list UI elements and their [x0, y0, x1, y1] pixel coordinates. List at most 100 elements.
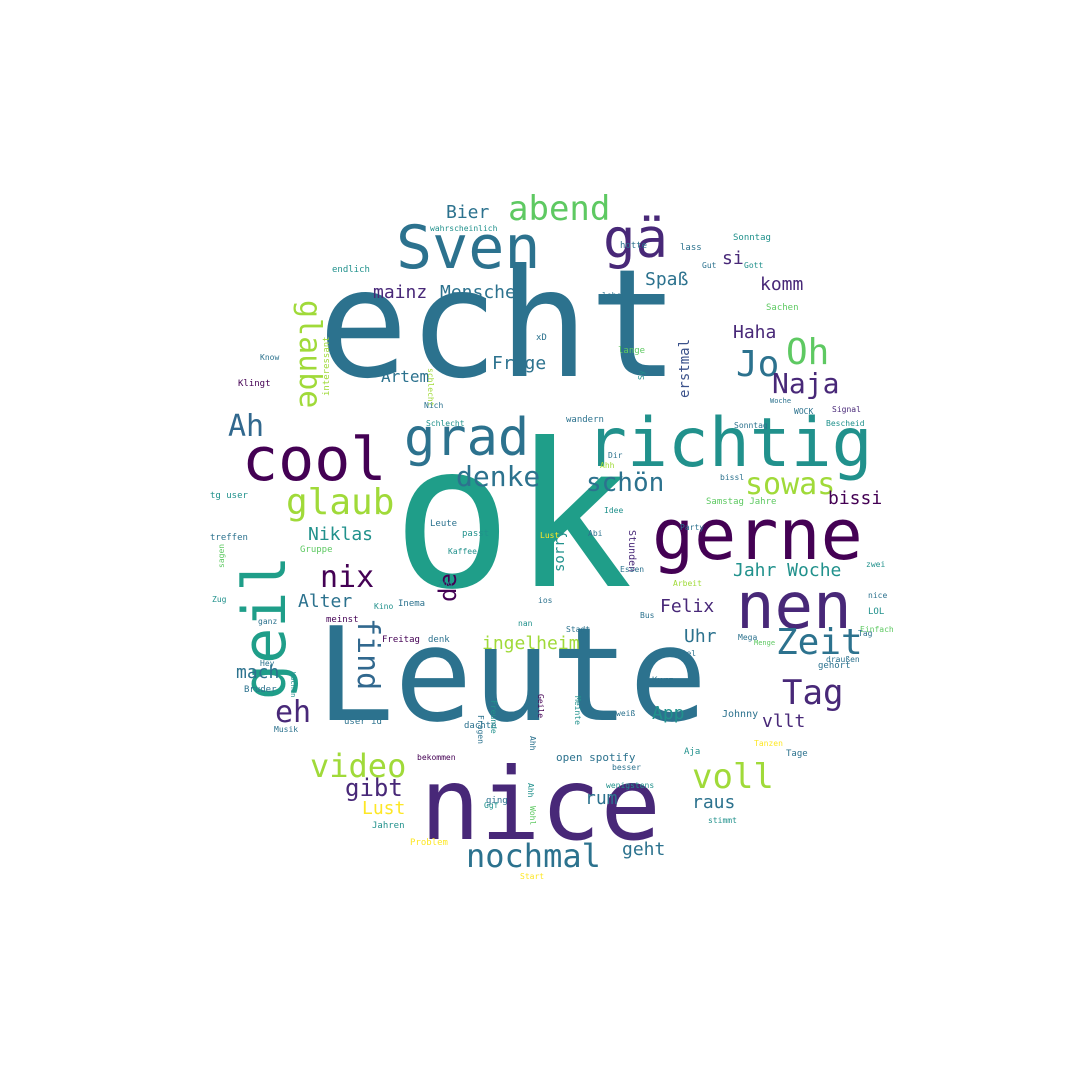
- cloud-word: Essen: [620, 565, 645, 574]
- cloud-word: Ahh: [600, 461, 615, 470]
- cloud-word: Zug: [212, 595, 227, 604]
- cloud-word: schön: [586, 468, 665, 498]
- cloud-word: lange: [618, 346, 646, 356]
- cloud-word: Problem: [410, 838, 448, 848]
- cloud-word: interessant: [322, 336, 332, 396]
- cloud-word: Artem: [381, 367, 430, 386]
- cloud-word: nice: [868, 591, 888, 600]
- cloud-word: wenigstens: [606, 781, 655, 790]
- cloud-word: Zug: [438, 579, 453, 588]
- cloud-word: wandern: [566, 415, 604, 425]
- cloud-word: Frage: [492, 353, 547, 374]
- cloud-word: besser: [612, 763, 641, 772]
- cloud-word: Dir: [608, 451, 623, 460]
- cloud-word: Musik: [274, 725, 299, 734]
- cloud-word: abend: [508, 189, 611, 229]
- cloud-word: nan: [518, 619, 533, 628]
- cloud-word: stimmt: [708, 816, 737, 825]
- cloud-word: passt: [462, 529, 490, 539]
- cloud-word: Inema: [398, 599, 426, 609]
- cloud-word: Idee: [604, 506, 624, 515]
- cloud-word: tg user: [210, 491, 248, 501]
- cloud-word: Felix: [660, 596, 715, 617]
- cloud-word: Tanzen: [754, 739, 783, 748]
- cloud-word: Abi: [588, 529, 603, 538]
- cloud-word: mainz: [373, 282, 428, 303]
- cloud-word: Bescheid: [826, 419, 865, 428]
- cloud-word: Niklas: [308, 524, 374, 545]
- cloud-word: App: [652, 703, 685, 724]
- cloud-word: eh: [275, 695, 312, 730]
- cloud-word: Meinte: [573, 696, 582, 725]
- cloud-word: denk: [428, 635, 450, 645]
- cloud-word: Bruder: [244, 685, 277, 695]
- cloud-word: Nich: [424, 401, 444, 410]
- cloud-word: rum: [585, 788, 618, 809]
- cloud-word: glaube: [292, 300, 327, 409]
- cloud-word: Uhr: [684, 626, 717, 647]
- cloud-word: bissi: [828, 488, 883, 509]
- cloud-word: Oh: [786, 332, 830, 373]
- cloud-word: Jahren: [372, 821, 405, 831]
- cloud-word: Stadt: [566, 625, 591, 634]
- cloud-word: user id: [344, 717, 382, 727]
- cloud-word: Wohl: [528, 806, 537, 826]
- cloud-word: lass: [680, 243, 702, 253]
- cloud-word: ingelheim: [482, 633, 580, 654]
- cloud-word: endlich: [332, 265, 370, 275]
- cloud-word: wahrscheinlich: [430, 224, 498, 233]
- cloud-word: Woche: [770, 397, 792, 405]
- cloud-word: Schlecht: [426, 419, 465, 428]
- cloud-word: Klingt: [238, 379, 271, 389]
- cloud-word: Arbeit: [673, 579, 702, 588]
- cloud-word: WOCK: [794, 407, 814, 416]
- cloud-word: Sy: [637, 370, 646, 380]
- cloud-word: Tag: [858, 629, 873, 638]
- cloud-word: Freitag: [382, 635, 420, 645]
- cloud-word: Ahh: [526, 783, 535, 798]
- cloud-word: Alter: [298, 591, 353, 612]
- cloud-word: Signal: [832, 405, 861, 414]
- cloud-word: Tag: [782, 673, 844, 713]
- cloud-word: Tage: [786, 749, 808, 759]
- cloud-word: Aja: [684, 747, 701, 757]
- cloud-word: komm: [760, 274, 804, 295]
- cloud-word: Johnny: [722, 709, 759, 720]
- cloud-word: Lust: [540, 531, 560, 540]
- cloud-word: Haha: [733, 322, 777, 343]
- cloud-word: Sachen: [766, 303, 799, 313]
- cloud-word: Hey: [260, 659, 275, 668]
- cloud-word: Lust: [362, 798, 406, 819]
- cloud-word: Start: [520, 872, 545, 881]
- cloud-word: geht: [622, 839, 666, 860]
- cloud-word: treffen: [210, 533, 248, 543]
- cloud-word: xD: [536, 333, 547, 343]
- cloud-word: ganz: [258, 617, 278, 626]
- cloud-word: LOL: [868, 607, 885, 617]
- cloud-word: Gut: [702, 261, 717, 270]
- cloud-word: Geile: [536, 694, 545, 719]
- cloud-word: Ahh: [528, 736, 537, 751]
- cloud-word: hotte: [620, 241, 648, 251]
- cloud-word: find: [350, 618, 385, 691]
- cloud-word: Kurz: [652, 676, 674, 686]
- cloud-word: meinst: [326, 615, 359, 625]
- cloud-word: draußen: [826, 655, 860, 664]
- cloud-word: nochmal: [466, 837, 601, 875]
- cloud-word: gibt: [345, 774, 403, 802]
- cloud-word: voll: [692, 757, 774, 797]
- cloud-word: ios: [538, 596, 553, 605]
- cloud-word: zwei: [866, 560, 886, 569]
- cloud-word: Gott: [744, 261, 764, 270]
- cloud-word: Leute: [430, 519, 458, 529]
- cloud-word: Menschen: [440, 282, 527, 303]
- cloud-word: Kino: [374, 602, 394, 611]
- cloud-word: denke: [456, 460, 541, 493]
- cloud-word: Sonntag: [734, 421, 768, 430]
- cloud-word: leben: [602, 291, 627, 300]
- cloud-word: gä: [603, 207, 669, 270]
- cloud-word: weiß: [616, 709, 636, 718]
- cloud-word: si: [722, 248, 744, 269]
- cloud-word: Wochen: [289, 672, 297, 698]
- cloud-word: Bier: [446, 202, 490, 223]
